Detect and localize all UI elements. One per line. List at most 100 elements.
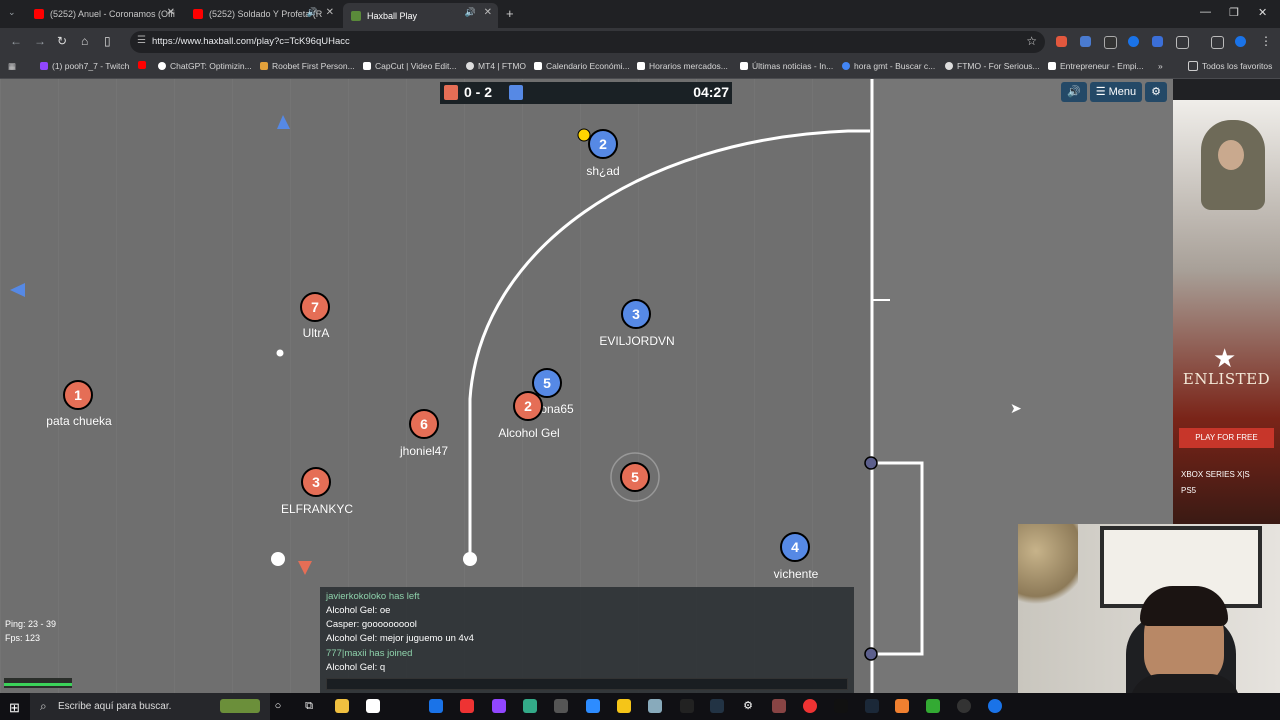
player-blue-3: 3 — [621, 299, 651, 329]
site-info-icon[interactable]: ☰ — [137, 35, 146, 46]
field-post — [463, 552, 477, 566]
reload-icon[interactable]: ↻ — [57, 34, 67, 48]
bookmark-horarios[interactable]: Horarios mercados... — [637, 61, 728, 71]
close-icon[interactable]: ✕ — [484, 7, 492, 18]
zoom-icon[interactable] — [586, 699, 600, 713]
home-icon[interactable]: ⌂ — [81, 34, 88, 48]
offscreen-red-arrow — [298, 561, 312, 575]
minimize-icon[interactable]: — — [1200, 6, 1211, 18]
bookmark-star-icon[interactable]: ☆ — [1026, 34, 1037, 48]
app-icon[interactable] — [895, 699, 909, 713]
bookmark-label: Todos los favoritos — [1202, 61, 1273, 71]
address-bar[interactable]: ☰ https://www.haxball.com/play?c=TcK96qU… — [130, 31, 1045, 53]
close-window-icon[interactable]: ✕ — [1258, 6, 1267, 19]
speaker-icon[interactable]: 🔊 — [307, 7, 318, 18]
ball — [271, 552, 285, 566]
more-bookmarks-icon[interactable]: » — [1158, 61, 1163, 71]
app-icon[interactable] — [710, 699, 724, 713]
game-controls: 🔊 ☰ Menu ⚙ — [1061, 82, 1168, 102]
bookmark-roobet[interactable]: Roobet First Person... — [260, 61, 355, 71]
settings-gear-icon[interactable]: ⚙ — [741, 699, 755, 713]
bookmark-mt4[interactable]: MT4 | FTMO — [466, 61, 526, 71]
capcut-icon — [363, 62, 371, 70]
speaker-icon[interactable]: 🔊 — [465, 7, 476, 18]
new-tab-button[interactable]: + — [506, 6, 514, 21]
task-view-icon[interactable]: ⧉ — [302, 699, 316, 713]
widget-icon[interactable] — [220, 699, 260, 713]
app-icon[interactable] — [772, 699, 786, 713]
app-icon[interactable] — [957, 699, 971, 713]
chrome-icon[interactable] — [988, 699, 1002, 713]
player-name: EVILJORDVN — [599, 334, 675, 348]
restore-icon[interactable]: ❐ — [1229, 6, 1239, 19]
capcut-icon[interactable] — [680, 699, 694, 713]
close-icon[interactable]: ✕ — [326, 7, 334, 18]
windows-start-icon[interactable]: ⊞ — [9, 700, 20, 716]
puzzle-icon[interactable] — [1176, 36, 1189, 49]
url-text[interactable]: https://www.haxball.com/play?c=TcK96qUHa… — [152, 36, 350, 47]
forward-icon[interactable]: → — [34, 34, 46, 48]
player-red-7: 7 — [300, 292, 330, 322]
bookmark-youtube[interactable] — [138, 61, 150, 69]
bookmark-capcut[interactable]: CapCut | Video Edit... — [363, 61, 456, 71]
app-icon[interactable] — [617, 699, 631, 713]
notepad-icon[interactable] — [366, 699, 380, 713]
tab-haxball[interactable]: Haxball Play 🔊 ✕ — [343, 3, 498, 28]
app-icon[interactable] — [554, 699, 568, 713]
globe-icon — [466, 62, 474, 70]
google-icon — [842, 62, 850, 70]
chat-input[interactable] — [326, 678, 848, 690]
folder-icon — [1188, 61, 1198, 71]
bookmark-label: (1) pooh7_7 - Twitch — [52, 61, 130, 71]
offscreen-blue-arrow — [10, 283, 25, 297]
bookmark-twitch[interactable]: (1) pooh7_7 - Twitch — [40, 61, 129, 71]
tab-anuel[interactable]: (5252) Anuel - Coronamos (Offi ✕ — [26, 3, 181, 25]
opera-icon[interactable] — [803, 699, 817, 713]
bookmark-hora-gmt[interactable]: hora gmt - Buscar c... — [842, 61, 935, 71]
tab-search-icon[interactable]: ⌄ — [8, 7, 16, 18]
app-icon[interactable] — [460, 699, 474, 713]
chat-line: 777|maxii has joined — [326, 648, 413, 659]
media-icon[interactable] — [1211, 36, 1224, 49]
tab-soldado[interactable]: (5252) Soldado Y Profeta (R 🔊 ✕ — [185, 3, 340, 25]
extension-icon[interactable] — [1152, 36, 1163, 47]
sidepanel-icon[interactable]: ▯ — [104, 34, 111, 48]
bookmark-all-favorites[interactable]: Todos los favoritos — [1188, 61, 1272, 71]
extension-icon[interactable] — [1056, 36, 1067, 47]
back-icon[interactable]: ← — [10, 34, 22, 48]
red-team-badge — [444, 85, 458, 100]
file-explorer-icon[interactable] — [335, 699, 349, 713]
enlisted-ad[interactable]: ★ ENLISTED PLAY FOR FREE XBOX SERIES X|S… — [1173, 100, 1280, 525]
apps-icon[interactable]: ▦ — [8, 61, 16, 72]
minecraft-icon[interactable] — [926, 699, 940, 713]
player-name: Alcohol Gel — [498, 426, 560, 440]
play-for-free-button[interactable]: PLAY FOR FREE — [1179, 428, 1274, 448]
bookmark-calendario[interactable]: Calendario Económi... — [534, 61, 630, 71]
bookmark-entrepreneur[interactable]: Entrepreneur - Empi... — [1048, 61, 1144, 71]
cortana-icon[interactable]: ○ — [271, 699, 285, 713]
translate-icon[interactable] — [1080, 36, 1091, 47]
app-icon[interactable] — [648, 699, 662, 713]
menu-button[interactable]: ☰ Menu — [1089, 82, 1143, 102]
more-menu-icon[interactable]: ⋮ — [1260, 34, 1272, 48]
player-number: 3 — [312, 474, 320, 490]
edge-icon[interactable] — [429, 699, 443, 713]
app-icon[interactable] — [523, 699, 537, 713]
settings-button[interactable]: ⚙ — [1145, 82, 1168, 102]
extension-icon[interactable] — [1128, 36, 1139, 47]
sound-button[interactable]: 🔊 — [1061, 82, 1087, 102]
bookmark-ftmo[interactable]: FTMO - For Serious... — [945, 61, 1040, 71]
profile-avatar-icon[interactable] — [1235, 36, 1246, 47]
bookmark-chatgpt[interactable]: ChatGPT: Optimizin... — [158, 61, 252, 71]
steam-icon[interactable] — [865, 699, 879, 713]
tab-strip: ⌄ (5252) Anuel - Coronamos (Offi ✕ (5252… — [0, 0, 1280, 28]
tiktok-icon[interactable] — [834, 699, 848, 713]
bookmark-label: MT4 | FTMO — [478, 61, 527, 71]
player-name: ELFRANKYC — [280, 502, 354, 516]
bookmark-noticias[interactable]: Últimas noticias - In... — [740, 61, 833, 71]
youtube-icon — [34, 9, 44, 19]
extension-icon[interactable] — [1104, 36, 1117, 49]
player-name: ona65 — [540, 402, 574, 416]
twitch-icon[interactable] — [492, 699, 506, 713]
close-icon[interactable]: ✕ — [167, 7, 175, 18]
